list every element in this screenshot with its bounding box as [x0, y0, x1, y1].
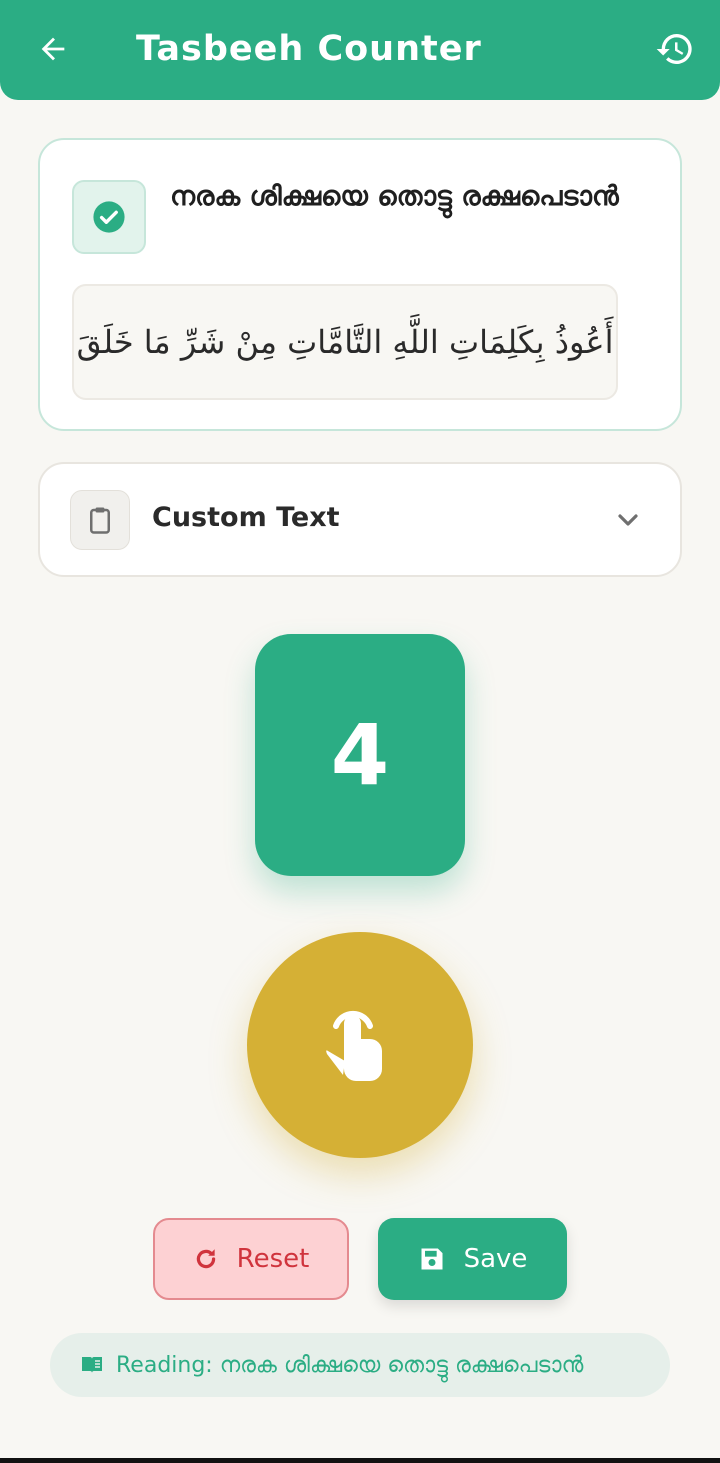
bottom-divider	[0, 1458, 720, 1463]
clipboard-icon-box	[70, 490, 130, 550]
save-button[interactable]: Save	[378, 1218, 567, 1300]
custom-text-label: Custom Text	[152, 502, 340, 533]
check-circle-icon	[93, 201, 125, 233]
reading-text: Reading: നരക ശിക്ഷയെ തൊട്ടു രക്ഷപെടാൻ	[116, 1352, 584, 1378]
history-icon	[656, 34, 692, 64]
selected-checkbox[interactable]	[72, 180, 146, 254]
dhikr-title: നരക ശിക്ഷയെ തൊട്ടു രക്ഷപെടാൻ	[170, 181, 619, 212]
chevron-down-icon	[618, 514, 638, 526]
history-button[interactable]	[650, 24, 700, 74]
save-label: Save	[463, 1244, 528, 1274]
reset-button[interactable]: Reset	[153, 1218, 349, 1300]
page-title: Tasbeeh Counter	[136, 29, 482, 69]
clipboard-icon	[90, 507, 110, 534]
reading-status: Reading: നരക ശിക്ഷയെ തൊട്ടു രക്ഷപെടാൻ	[50, 1333, 670, 1397]
back-button[interactable]	[30, 26, 76, 72]
reset-label: Reset	[236, 1244, 310, 1274]
custom-text-dropdown[interactable]: Custom Text	[38, 462, 682, 577]
app-bar: Tasbeeh Counter	[0, 0, 720, 100]
dhikr-card[interactable]: നരക ശിക്ഷയെ തൊട്ടു രക്ഷപെടാൻ أَعُوذُ بِك…	[38, 138, 682, 431]
counter-display: 4	[255, 634, 465, 876]
save-icon	[421, 1248, 443, 1270]
arabic-text: أَعُوذُ بِكَلِمَاتِ اللَّهِ التَّامَّاتِ…	[72, 284, 618, 400]
refresh-icon	[196, 1249, 215, 1269]
tap-counter-button[interactable]	[247, 932, 473, 1158]
book-icon	[82, 1357, 102, 1373]
tap-hand-icon	[326, 1010, 382, 1081]
arrow-left-icon	[41, 37, 65, 61]
